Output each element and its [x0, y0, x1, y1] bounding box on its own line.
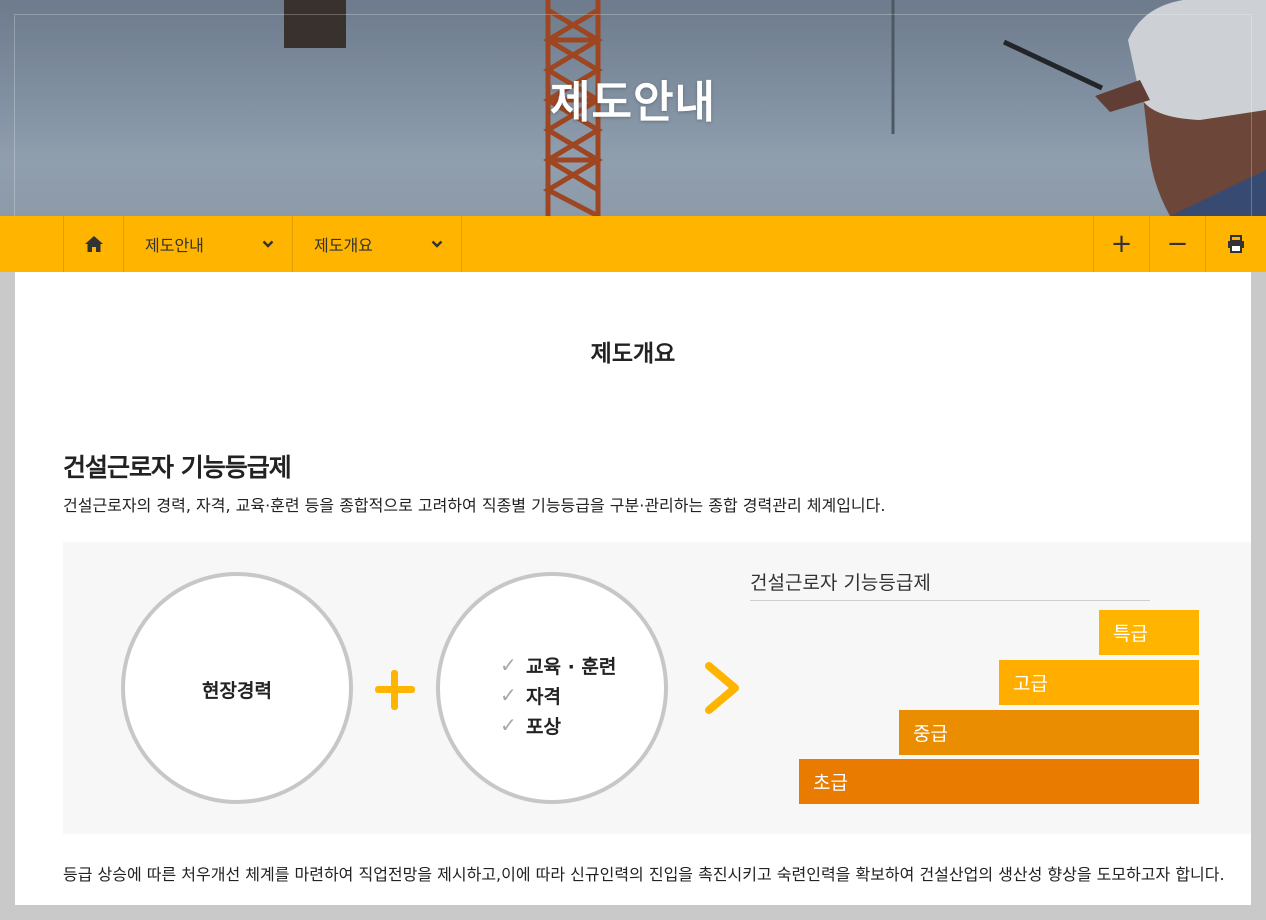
section-description: 건설근로자의 경력, 자격, 교육·훈련 등을 종합적으로 고려하여 직종별 기… — [63, 496, 886, 515]
checklist-item: ✓ 자격 — [500, 683, 561, 708]
zoom-out-button[interactable]: − — [1150, 216, 1206, 272]
grade-bar-advanced: 고급 — [999, 660, 1199, 705]
check-icon: ✓ — [500, 713, 517, 737]
plus-icon: + — [1110, 229, 1133, 259]
menu-dropdown-2[interactable]: 제도개요 — [293, 216, 462, 272]
main-content: 제도개요 건설근로자 기능등급제 건설근로자의 경력, 자격, 교육·훈련 등을… — [15, 272, 1251, 905]
qualification-checklist: ✓ 교육 · 훈련 ✓ 자격 ✓ 포상 — [500, 650, 616, 740]
hero-banner: 제도안내 — [0, 0, 1266, 216]
field-experience-circle: 현장경력 — [121, 572, 353, 804]
qualification-circle: ✓ 교육 · 훈련 ✓ 자격 ✓ 포상 — [436, 572, 668, 804]
grade-bar-special: 특급 — [1099, 610, 1199, 655]
grade-chart-title: 건설근로자 기능등급제 — [750, 568, 1150, 601]
minus-icon: − — [1166, 229, 1189, 259]
hero-title: 제도안내 — [550, 77, 716, 128]
chevron-right-icon — [705, 662, 739, 714]
menu-dropdown-1[interactable]: 제도안내 — [124, 216, 293, 272]
print-button[interactable] — [1206, 216, 1266, 272]
checklist-item: ✓ 포상 — [500, 713, 561, 738]
summary-paragraph: 등급 상승에 따른 처우개선 체계를 마련하여 직업전망을 제시하고,이에 따라… — [63, 865, 1225, 884]
chevron-down-icon — [431, 240, 443, 248]
zoom-in-button[interactable]: + — [1094, 216, 1150, 272]
breadcrumb-navbar: 제도안내 제도개요 + − — [0, 216, 1266, 272]
check-icon: ✓ — [500, 653, 517, 677]
print-icon — [1228, 235, 1244, 253]
page-title: 제도개요 — [590, 341, 676, 367]
check-icon: ✓ — [500, 683, 517, 707]
menu-dropdown-1-label: 제도안내 — [145, 236, 204, 255]
section-title: 건설근로자 기능등급제 — [63, 453, 292, 482]
home-icon — [84, 236, 103, 252]
checklist-item: ✓ 교육 · 훈련 — [500, 653, 617, 678]
home-button[interactable] — [64, 216, 124, 272]
grade-bar-intermediate: 중급 — [899, 710, 1199, 755]
plus-icon — [375, 670, 415, 710]
field-experience-label: 현장경력 — [202, 680, 272, 702]
menu-dropdown-2-label: 제도개요 — [314, 236, 373, 255]
chevron-down-icon — [262, 240, 274, 248]
grade-bar-beginner: 초급 — [799, 759, 1199, 804]
